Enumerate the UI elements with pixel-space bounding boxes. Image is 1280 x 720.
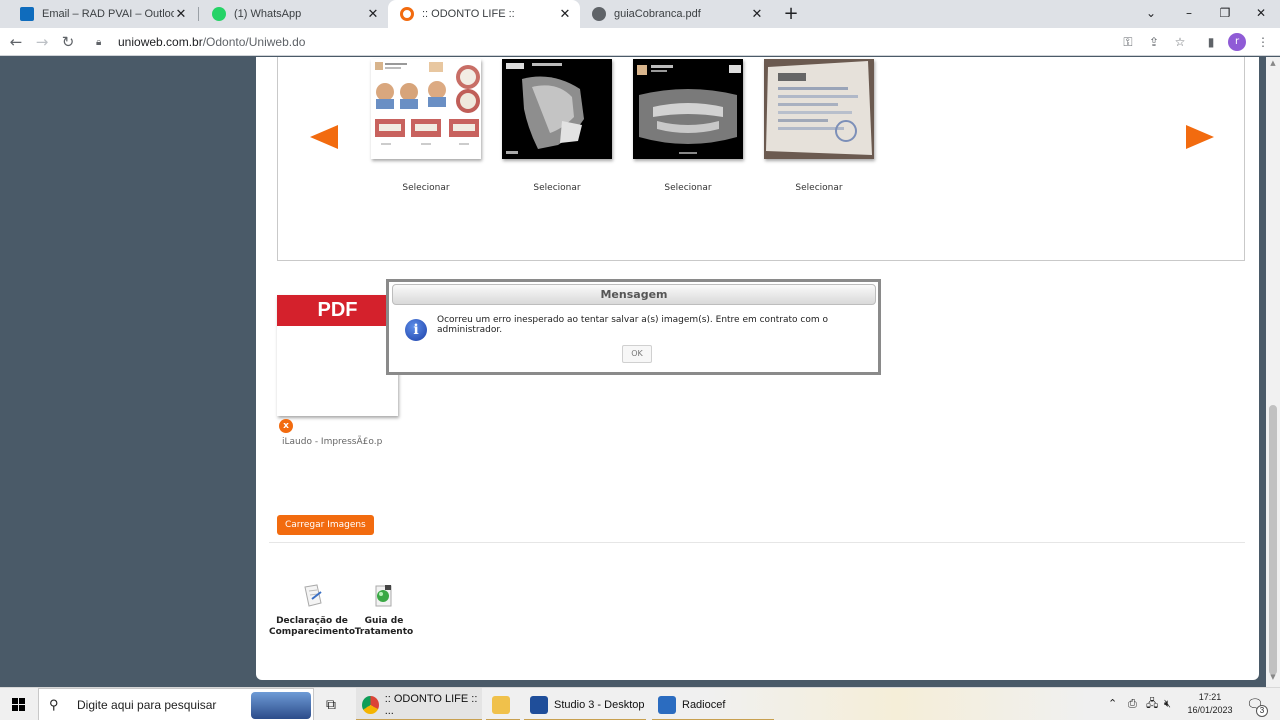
dialog-title: Mensagem bbox=[392, 284, 876, 305]
share-icon[interactable]: ⇪ bbox=[1146, 34, 1162, 50]
url-host: unioweb.com.br bbox=[118, 35, 203, 49]
address-bar[interactable]: 🔒︎ unioweb.com.br /Odonto/Uniweb.do bbox=[88, 31, 1198, 53]
back-arrow-icon[interactable]: ← bbox=[6, 32, 26, 52]
key-icon[interactable]: ⚿ bbox=[1120, 34, 1136, 50]
shortcut-label: Guia de Tratamento bbox=[354, 616, 414, 637]
tab-guia-cobranca[interactable]: guiaCobranca.pdf ✕ bbox=[580, 0, 772, 28]
menu-kebab-icon[interactable]: ⋮ bbox=[1255, 34, 1271, 50]
tab-label: (1) WhatsApp bbox=[234, 8, 302, 20]
pdf-badge: PDF bbox=[277, 295, 398, 326]
treatment-guide-shortcut[interactable]: Guia de Tratamento bbox=[339, 583, 429, 638]
search-placeholder: Digite aqui para pesquisar bbox=[77, 697, 217, 712]
scroll-down-arrow-icon[interactable]: ▼ bbox=[1269, 673, 1277, 683]
scrollbar-thumb[interactable] bbox=[1269, 405, 1277, 675]
browser-tab-strip: Email – RAD PVAI – Outlook ✕ (1) WhatsAp… bbox=[0, 0, 1280, 28]
usb-device-icon[interactable]: ⎙ bbox=[1128, 688, 1137, 720]
section-divider bbox=[269, 542, 1245, 543]
clock-time: 17:21 bbox=[1198, 692, 1222, 702]
photo-collage-thumbnail[interactable] bbox=[371, 59, 481, 159]
scanned-document-thumbnail[interactable] bbox=[764, 59, 874, 159]
tab-label: Email – RAD PVAI – Outlook bbox=[42, 8, 174, 20]
lock-icon: 🔒︎ bbox=[96, 36, 102, 48]
reload-icon[interactable]: ↻ bbox=[58, 32, 78, 52]
message-dialog: Mensagem i Ocorreu um erro inesperado ao… bbox=[386, 279, 881, 375]
load-images-button[interactable]: Carregar Imagens bbox=[277, 515, 374, 535]
image-gallery: Selecionar Selecionar Selecionar Selecio… bbox=[277, 57, 1245, 261]
attachment-filename: iLaudo - ImpressÃ£o.p bbox=[282, 437, 383, 447]
bookmark-star-icon[interactable]: ☆ bbox=[1172, 34, 1188, 50]
odonto-life-icon bbox=[400, 7, 414, 21]
taskbar-app-radiocef[interactable]: Radiocef bbox=[652, 688, 774, 720]
treatment-guide-icon bbox=[375, 585, 392, 607]
select-button[interactable]: Selecionar bbox=[502, 183, 612, 193]
chrome-icon bbox=[362, 695, 379, 714]
photo-collage-image bbox=[375, 62, 480, 145]
tab-search-chevron-icon[interactable]: ⌄ bbox=[1134, 0, 1168, 28]
browser-toolbar: ← → ↻ 🔒︎ unioweb.com.br /Odonto/Uniweb.d… bbox=[0, 28, 1280, 56]
remove-attachment-button[interactable]: x bbox=[279, 419, 293, 433]
taskbar-app-explorer[interactable] bbox=[486, 688, 520, 720]
scanned-document-image bbox=[766, 61, 872, 155]
restore-icon[interactable]: ❐ bbox=[1208, 0, 1242, 28]
tray-chevron-up-icon[interactable]: ⌃ bbox=[1108, 688, 1117, 720]
globe-icon bbox=[592, 7, 606, 21]
previous-arrow-icon[interactable] bbox=[310, 125, 338, 149]
window-close-icon[interactable]: ✕ bbox=[1244, 0, 1278, 28]
taskbar-clock[interactable]: 17:21 16/01/2023 bbox=[1184, 691, 1236, 717]
cephalometric-xray-thumbnail[interactable] bbox=[502, 59, 612, 159]
taskbar-search-box[interactable]: ⚲ Digite aqui para pesquisar bbox=[38, 688, 314, 720]
close-icon[interactable]: ✕ bbox=[750, 6, 764, 22]
task-view-icon[interactable]: ⧉ bbox=[326, 688, 336, 720]
taskbar-app-studio[interactable]: Studio 3 - Desktop bbox=[524, 688, 646, 720]
tab-label: :: ODONTO LIFE :: bbox=[422, 8, 515, 20]
cephalometric-xray-image bbox=[506, 63, 584, 154]
taskbar-app-chrome[interactable]: :: ODONTO LIFE :: ... bbox=[356, 688, 482, 720]
tab-odonto-life[interactable]: :: ODONTO LIFE :: ✕ bbox=[388, 0, 580, 28]
studio-icon bbox=[530, 695, 548, 714]
minimize-icon[interactable]: – bbox=[1172, 0, 1206, 28]
close-icon[interactable]: ✕ bbox=[174, 6, 188, 22]
outlook-icon bbox=[20, 7, 34, 21]
windows-start-icon[interactable] bbox=[0, 688, 36, 720]
certificate-document-icon bbox=[304, 584, 322, 607]
new-tab-button[interactable]: + bbox=[780, 3, 802, 25]
network-icon[interactable]: 🖧︎ bbox=[1146, 688, 1158, 720]
info-icon: i bbox=[405, 319, 427, 341]
tab-divider bbox=[198, 7, 199, 21]
search-icon: ⚲ bbox=[49, 696, 59, 712]
volume-muted-icon[interactable]: 🔇︎ bbox=[1164, 688, 1171, 720]
close-icon[interactable]: ✕ bbox=[366, 6, 380, 22]
search-highlight-image bbox=[251, 692, 311, 719]
taskbar-app-label: Radiocef bbox=[682, 698, 726, 711]
whatsapp-icon bbox=[212, 7, 226, 21]
scroll-up-arrow-icon[interactable]: ▲ bbox=[1269, 59, 1277, 69]
select-button[interactable]: Selecionar bbox=[764, 183, 874, 193]
forward-arrow-icon[interactable]: → bbox=[32, 32, 52, 52]
panoramic-xray-thumbnail[interactable] bbox=[633, 59, 743, 159]
file-explorer-icon bbox=[492, 695, 510, 714]
windows-taskbar: ⚲ Digite aqui para pesquisar ⧉ :: ODONTO… bbox=[0, 687, 1280, 720]
dialog-message: Ocorreu um erro inesperado ao tentar sal… bbox=[437, 315, 828, 335]
radiocef-icon bbox=[658, 695, 676, 714]
url-path: /Odonto/Uniweb.do bbox=[202, 35, 306, 49]
taskbar-app-label: Studio 3 - Desktop bbox=[554, 698, 645, 711]
ok-button[interactable]: OK bbox=[622, 345, 652, 363]
profile-avatar[interactable]: r bbox=[1228, 33, 1246, 51]
next-arrow-icon[interactable] bbox=[1186, 125, 1214, 149]
close-icon[interactable]: ✕ bbox=[558, 6, 572, 22]
tab-whatsapp[interactable]: (1) WhatsApp ✕ bbox=[200, 0, 388, 28]
side-panel-icon[interactable]: ▮ bbox=[1203, 34, 1219, 50]
tab-outlook[interactable]: Email – RAD PVAI – Outlook ✕ bbox=[8, 0, 196, 28]
notification-count-badge: 3 bbox=[1256, 705, 1268, 717]
select-button[interactable]: Selecionar bbox=[371, 183, 481, 193]
pdf-attachment-card[interactable]: PDF bbox=[277, 295, 398, 416]
taskbar-app-label: :: ODONTO LIFE :: ... bbox=[384, 692, 478, 717]
select-button[interactable]: Selecionar bbox=[633, 183, 743, 193]
panoramic-xray-image bbox=[637, 65, 741, 154]
tab-label: guiaCobranca.pdf bbox=[614, 8, 701, 20]
page-scrollbar[interactable]: ▲ ▼ bbox=[1266, 57, 1280, 687]
clock-date: 16/01/2023 bbox=[1187, 705, 1233, 715]
